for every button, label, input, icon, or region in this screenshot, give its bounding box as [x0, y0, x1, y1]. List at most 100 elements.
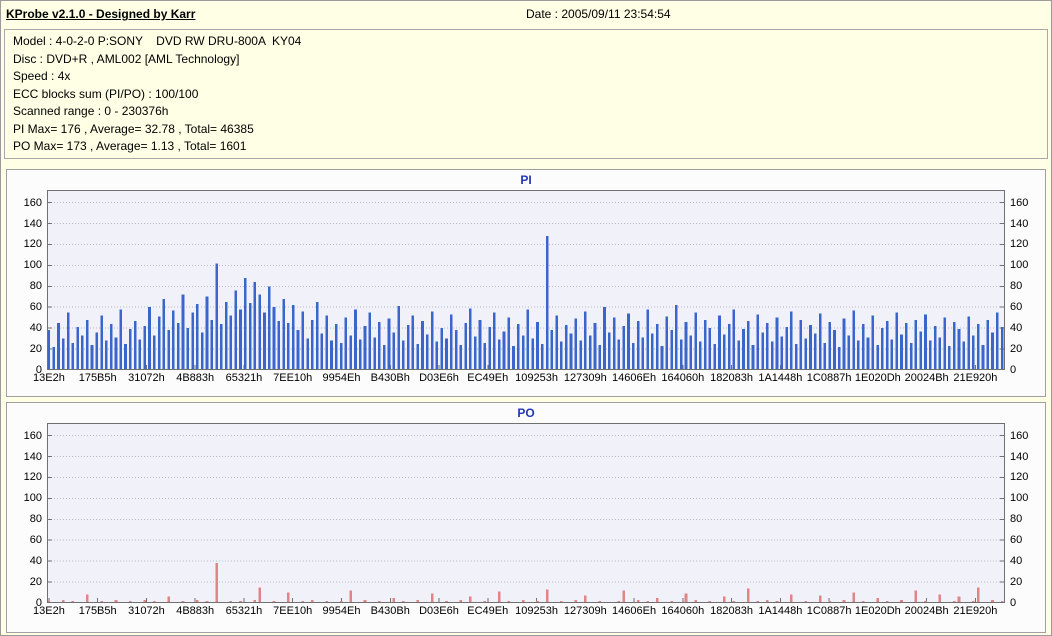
y-tick-label: 40 [1010, 555, 1022, 567]
y-tick-label: 0 [1010, 364, 1016, 376]
x-tick-label: 65321h [226, 605, 263, 617]
y-tick-label: 140 [24, 218, 42, 230]
info-line-model: Model : 4-0-2-0 P:SONY DVD RW DRU-800A K… [13, 33, 1039, 51]
x-tick-label: 20024Bh [905, 605, 949, 617]
pi-chart-title: PI [7, 170, 1045, 190]
x-tick-label: 4B883h [176, 605, 214, 617]
y-tick-label: 100 [24, 492, 42, 504]
x-tick-label: 109253h [515, 605, 558, 617]
x-tick-label: EC49Eh [467, 372, 508, 384]
scan-date: Date : 2005/09/11 23:54:54 [526, 7, 671, 21]
x-tick-label: 182083h [710, 372, 753, 384]
x-tick-label: 7EE10h [273, 372, 312, 384]
y-tick-label: 20 [1010, 343, 1022, 355]
pi-x-axis-labels: 13E2h175B5h31072h4B883h65321h7EE10h9954E… [47, 372, 1005, 388]
po-bars [47, 423, 1005, 603]
x-tick-label: 109253h [515, 372, 558, 384]
y-tick-label: 120 [24, 238, 42, 250]
y-tick-label: 80 [1010, 513, 1022, 525]
x-tick-label: D03E6h [419, 605, 459, 617]
y-tick-label: 160 [24, 430, 42, 442]
x-tick-label: EC49Eh [467, 605, 508, 617]
y-tick-label: 120 [1010, 471, 1028, 483]
x-tick-label: 182083h [710, 605, 753, 617]
po-x-axis-labels: 13E2h175B5h31072h4B883h65321h7EE10h9954E… [47, 605, 1005, 621]
y-tick-label: 100 [1010, 492, 1028, 504]
po-chart-title: PO [7, 403, 1045, 423]
y-tick-label: 60 [1010, 301, 1022, 313]
x-tick-label: 1A1448h [758, 605, 802, 617]
x-tick-label: 21E920h [953, 605, 997, 617]
y-tick-label: 40 [30, 322, 42, 334]
y-tick-label: 40 [30, 555, 42, 567]
scan-info-panel: Model : 4-0-2-0 P:SONY DVD RW DRU-800A K… [4, 29, 1048, 159]
x-tick-label: B430Bh [371, 372, 410, 384]
x-tick-label: 175B5h [79, 605, 117, 617]
y-tick-label: 60 [1010, 534, 1022, 546]
info-line-pi-stats: PI Max= 176 , Average= 32.78 , Total= 46… [13, 121, 1039, 139]
pi-plot-area [47, 190, 1005, 370]
x-tick-label: 127309h [564, 372, 607, 384]
y-tick-label: 120 [1010, 238, 1028, 250]
pi-plot-row: 020406080100120140160 020406080100120140… [7, 190, 1045, 370]
po-plot-row: 020406080100120140160 020406080100120140… [7, 423, 1045, 603]
po-y-axis-left: 020406080100120140160 [7, 423, 47, 603]
y-tick-label: 120 [24, 471, 42, 483]
po-chart-panel: PO 020406080100120140160 020406080100120… [6, 402, 1046, 633]
y-tick-label: 100 [1010, 259, 1028, 271]
pi-x-axis: 13E2h 175B5h 31072h 4B883h 65321h 7EE10h 9954E… [7, 372, 1045, 388]
x-tick-label: 9954Eh [323, 605, 361, 617]
y-tick-label: 160 [1010, 197, 1028, 209]
y-tick-label: 160 [1010, 430, 1028, 442]
y-tick-label: 60 [30, 301, 42, 313]
y-tick-label: 80 [30, 280, 42, 292]
y-tick-label: 0 [1010, 597, 1016, 609]
x-tick-label: 14606Eh [612, 605, 656, 617]
y-tick-label: 100 [24, 259, 42, 271]
pi-y-axis-left: 020406080100120140160 [7, 190, 47, 370]
x-tick-label: 20024Bh [905, 372, 949, 384]
po-y-axis-right: 020406080100120140160 [1005, 423, 1045, 603]
app-title: KProbe v2.1.0 - Designed by Karr [6, 7, 195, 21]
po-plot-area [47, 423, 1005, 603]
pi-y-axis-right: 020406080100120140160 [1005, 190, 1045, 370]
y-tick-label: 160 [24, 197, 42, 209]
pi-chart-panel: PI 020406080100120140160 020406080100120… [6, 169, 1046, 397]
pi-bars [47, 190, 1005, 370]
x-tick-label: 13E2h [33, 605, 65, 617]
info-line-scanned-range: Scanned range : 0 - 230376h [13, 103, 1039, 121]
po-x-axis: 13E2h175B5h31072h4B883h65321h7EE10h9954E… [7, 605, 1045, 621]
y-tick-label: 20 [30, 576, 42, 588]
x-tick-label: 31072h [128, 372, 165, 384]
x-tick-label: 164060h [661, 372, 704, 384]
x-tick-label: 9954Eh [323, 372, 361, 384]
x-tick-label: 175B5h [79, 372, 117, 384]
y-tick-label: 80 [1010, 280, 1022, 292]
info-line-disc: Disc : DVD+R , AML002 [AML Technology] [13, 51, 1039, 69]
y-tick-label: 60 [30, 534, 42, 546]
info-line-ecc-blocks: ECC blocks sum (PI/PO) : 100/100 [13, 86, 1039, 104]
y-tick-label: 140 [24, 451, 42, 463]
x-tick-label: 127309h [564, 605, 607, 617]
y-tick-label: 40 [1010, 322, 1022, 334]
y-tick-label: 20 [30, 343, 42, 355]
x-tick-label: 7EE10h [273, 605, 312, 617]
x-tick-label: 14606Eh [612, 372, 656, 384]
x-tick-label: 21E920h [953, 372, 997, 384]
x-tick-label: 1E020Dh [855, 372, 901, 384]
info-line-po-stats: PO Max= 173 , Average= 1.13 , Total= 160… [13, 138, 1039, 156]
y-tick-label: 140 [1010, 451, 1028, 463]
x-tick-label: 1E020Dh [855, 605, 901, 617]
x-tick-label: 1A1448h [758, 372, 802, 384]
x-tick-label: 164060h [661, 605, 704, 617]
x-tick-label: 1C0887h [807, 372, 852, 384]
x-tick-label: 13E2h [33, 372, 65, 384]
x-tick-label: D03E6h [419, 372, 459, 384]
x-tick-label: 65321h [226, 372, 263, 384]
y-tick-label: 20 [1010, 576, 1022, 588]
x-tick-label: B430Bh [371, 605, 410, 617]
kprobe-window: KProbe v2.1.0 - Designed by Karr Date : … [0, 0, 1052, 636]
y-tick-label: 80 [30, 513, 42, 525]
x-tick-label: 4B883h [176, 372, 214, 384]
info-line-speed: Speed : 4x [13, 68, 1039, 86]
